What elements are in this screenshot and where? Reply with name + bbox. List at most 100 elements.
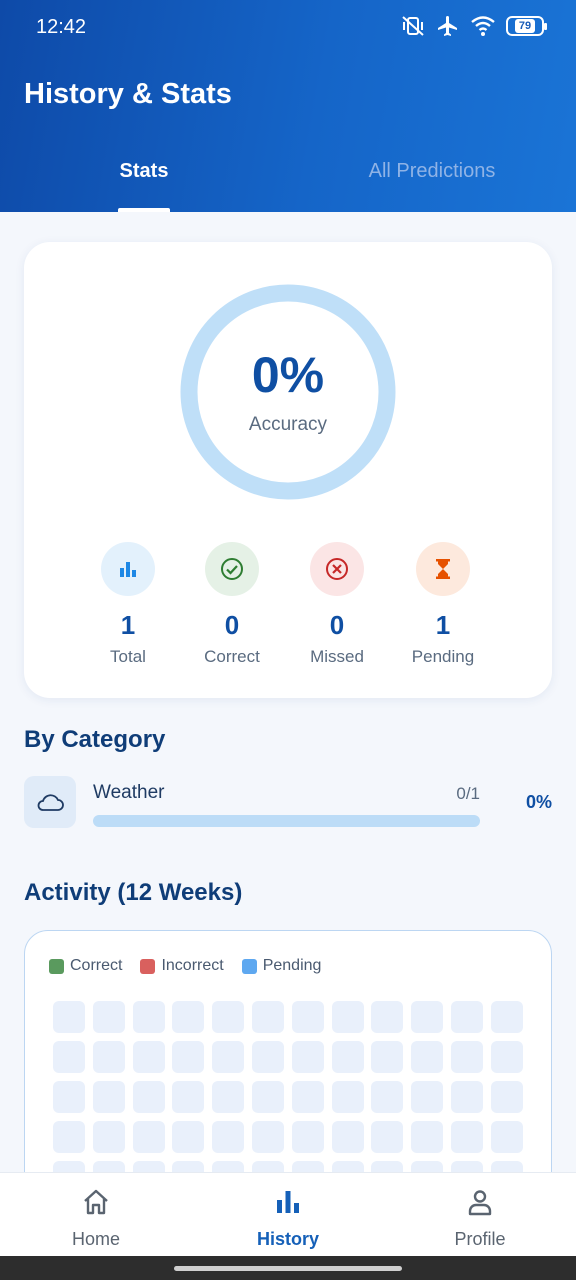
activity-cell [291,1121,324,1153]
activity-cell [92,1041,125,1073]
activity-title: Activity (12 Weeks) [24,879,243,906]
hourglass-icon [416,542,470,596]
stat-value: 0 [329,610,345,640]
activity-cell [252,1041,284,1073]
legend-pending: Pending [241,957,322,975]
nav-label: Profile [454,1229,506,1249]
activity-cell [92,1081,125,1113]
stat-label: Pending [411,647,475,666]
stat-total: 1 Total [78,542,178,667]
activity-cell [53,1041,85,1073]
activity-cell [172,1081,205,1113]
legend-incorrect: Incorrect [140,957,224,975]
activity-cell [331,1121,364,1153]
activity-legend: Correct Incorrect Pending [49,957,321,975]
stat-missed: 0 Missed [287,542,387,667]
legend-correct: Correct [49,957,122,975]
nav-profile[interactable]: Profile [384,1187,576,1250]
activity-cell [53,1081,85,1113]
battery-icon: 79 [506,16,547,36]
status-bar: 12:42 79 [0,0,576,56]
activity-cell [132,1041,165,1073]
activity-cell [92,1001,125,1033]
nav-home[interactable]: Home [0,1187,192,1250]
activity-cell [172,1041,205,1073]
category-row-weather[interactable]: Weather 0/1 0% [24,776,552,830]
stat-pending: 1 Pending [393,542,493,667]
x-circle-icon [310,542,364,596]
activity-cell [53,1001,85,1033]
nav-history[interactable]: History [192,1187,384,1250]
active-tab-indicator [118,208,170,212]
app-header: 12:42 79 History & Stats Stats All Predi… [0,0,576,212]
activity-cell [331,1001,364,1033]
battery-level: 79 [514,19,536,33]
legend-label: Incorrect [161,957,224,974]
legend-swatch [241,958,257,974]
activity-cell [411,1121,444,1153]
activity-cell [132,1121,165,1153]
activity-cell [291,1041,324,1073]
activity-cell [451,1001,483,1033]
activity-cell [212,1041,245,1073]
bar-chart-icon [101,542,155,596]
activity-cell [371,1081,404,1113]
activity-cell [132,1001,165,1033]
activity-cell [411,1041,444,1073]
activity-cell [53,1121,85,1153]
activity-cell [92,1121,125,1153]
stats-card: 0% Accuracy 1 Total 0 Correct 0 Missed 1… [24,242,552,698]
accuracy-ring: 0% Accuracy [180,284,396,500]
nav-label: Home [71,1229,120,1249]
airplane-icon [436,14,460,38]
activity-cell [411,1081,444,1113]
activity-cell [490,1081,523,1113]
person-icon [384,1187,576,1217]
activity-cell [252,1001,284,1033]
activity-cell [411,1001,444,1033]
stat-correct: 0 Correct [182,542,282,667]
stat-label: Correct [204,647,260,666]
gesture-handle[interactable] [174,1266,402,1271]
activity-cell [451,1041,483,1073]
bottom-nav: Home History Profile [0,1172,576,1256]
activity-cell [451,1081,483,1113]
activity-cell [212,1081,245,1113]
wifi-icon [470,15,496,37]
category-percent: 0% [525,792,552,812]
stat-label: Total [110,647,146,666]
by-category-title: By Category [24,726,166,753]
activity-cell [291,1001,324,1033]
nav-label: History [256,1229,319,1249]
tab-bar: Stats All Predictions [0,150,576,212]
activity-cell [172,1121,205,1153]
page-title: History & Stats [24,78,232,110]
stat-value: 1 [120,610,136,640]
tab-stats[interactable]: Stats [0,160,288,183]
accuracy-value: 0% [251,347,325,403]
status-time: 12:42 [36,16,87,38]
category-progress-bar [93,815,480,827]
activity-cell [252,1121,284,1153]
system-gesture-area [0,1256,576,1280]
activity-cell [331,1081,364,1113]
legend-swatch [140,958,156,974]
status-icons: 79 [400,14,547,38]
activity-cell [371,1041,404,1073]
vibrate-off-icon [400,14,426,38]
stat-label: Missed [310,647,364,666]
legend-swatch [49,958,64,974]
activity-cell [172,1001,205,1033]
activity-cell [371,1001,404,1033]
activity-cell [331,1041,364,1073]
home-icon [0,1187,192,1217]
activity-cell [252,1081,284,1113]
category-count: 0/1 [456,784,480,803]
accuracy-label: Accuracy [248,414,328,435]
stat-value: 1 [435,610,451,640]
tab-all-predictions[interactable]: All Predictions [288,160,576,183]
activity-cell [490,1121,523,1153]
check-circle-icon [205,542,259,596]
legend-label: Pending [262,957,322,974]
activity-cell [451,1121,483,1153]
